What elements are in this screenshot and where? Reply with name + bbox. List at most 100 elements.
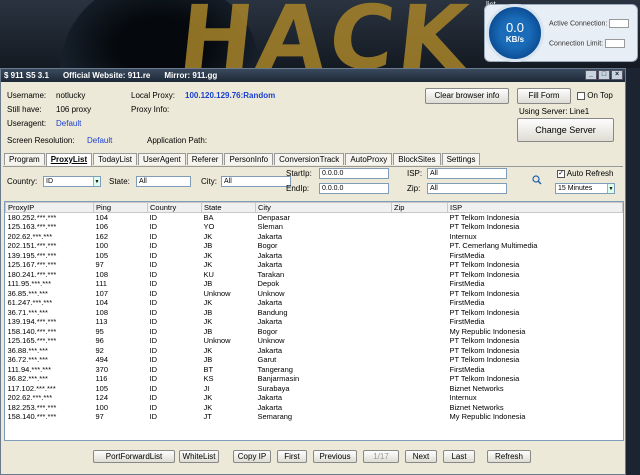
table-cell: ID <box>149 317 158 327</box>
table-cell: JB <box>203 326 213 336</box>
column-header[interactable]: ISP <box>447 202 623 213</box>
table-row[interactable]: 61.247.***.*** 104 ID JK Jakarta FirstMedia <box>6 298 623 308</box>
table-cell: Jakarta <box>257 231 283 241</box>
tab-proxylist[interactable]: ProxyList <box>45 153 93 166</box>
tab-program[interactable]: Program <box>4 153 45 165</box>
minimize-button[interactable]: _ <box>585 70 597 80</box>
refresh-interval-select[interactable]: 15 Minutes ▼ <box>555 183 615 194</box>
title-bar[interactable]: $ 911 S5 3.1 Official Website: 911.re Mi… <box>1 69 625 82</box>
table-cell: 92 <box>95 345 104 355</box>
table-row[interactable]: 202.62.***.*** 162 ID JK Jakarta Internux <box>6 232 623 242</box>
table-cell: JB <box>203 279 213 289</box>
last-page-button[interactable]: Last <box>443 450 475 463</box>
tab-settings[interactable]: Settings <box>441 153 481 165</box>
table-row[interactable]: 117.102.***.*** 105 ID JI Surabaya Biznet Net… <box>6 384 623 394</box>
column-header[interactable]: Zip <box>391 202 448 213</box>
table-row[interactable]: 202.62.***.*** 124 ID JK Jakarta Internux <box>6 393 623 403</box>
isp-select[interactable]: All <box>427 168 507 179</box>
tab-autoproxy[interactable]: AutoProxy <box>345 153 393 165</box>
tab-conversiontrack[interactable]: ConversionTrack <box>274 153 345 165</box>
table-row[interactable]: 36.88.***.*** 92 ID JK Jakarta PT Telkom Indo… <box>6 346 623 356</box>
column-header[interactable]: ProxyIP <box>5 202 94 213</box>
table-row[interactable]: 139.195.***.*** 105 ID JK Jakarta FirstMedia <box>6 251 623 261</box>
table-cell: 370 <box>95 364 109 374</box>
useragent-value[interactable]: Default <box>56 119 81 128</box>
startip-input[interactable]: 0.0.0.0 <box>319 168 389 179</box>
table-cell: 36.82.***.*** <box>7 374 48 384</box>
column-header[interactable]: City <box>255 202 392 213</box>
table-row[interactable]: 125.167.***.*** 97 ID JK Jakarta PT Telkom In… <box>6 260 623 270</box>
clear-browser-info-button[interactable]: Clear browser info <box>425 88 509 104</box>
table-cell: PT Telkom Indonesia <box>449 336 520 346</box>
first-page-button[interactable]: First <box>277 450 307 463</box>
fill-form-button[interactable]: Fill Form <box>517 88 571 104</box>
table-row[interactable]: 36.71.***.*** 108 ID JB Bandung PT Telkom Ind… <box>6 308 623 318</box>
endip-input[interactable]: 0.0.0.0 <box>319 183 389 194</box>
table-row[interactable]: 158.140.***.*** 95 ID JB Bogor My Republic In… <box>6 327 623 337</box>
tab-blocksites[interactable]: BlockSites <box>393 153 441 165</box>
whitelist-button[interactable]: WhiteList <box>179 450 219 463</box>
table-row[interactable]: 111.95.***.*** 111 ID JB Depok FirstMedia <box>6 279 623 289</box>
table-row[interactable]: 202.151.***.*** 100 ID JB Bogor PT. Cemerlang… <box>6 241 623 251</box>
table-row[interactable]: 36.85.***.*** 107 ID Unknow Unknow PT Telkom … <box>6 289 623 299</box>
on-top-checkbox[interactable]: On Top <box>577 91 613 100</box>
previous-page-button[interactable]: Previous <box>313 450 357 463</box>
table-cell: ID <box>149 298 158 308</box>
country-label: Country: <box>7 177 38 186</box>
table-row[interactable]: 36.82.***.*** 116 ID KS Banjarmasin PT Telkom… <box>6 374 623 384</box>
resolution-value[interactable]: Default <box>87 136 112 145</box>
active-connection-label: Active Connection: <box>549 20 608 28</box>
table-row[interactable]: 180.241.***.*** 108 ID KU Tarakan PT Telkom I… <box>6 270 623 280</box>
table-cell: 95 <box>95 326 104 336</box>
state-select[interactable]: All <box>136 176 191 187</box>
city-select[interactable]: All <box>221 176 291 187</box>
isp-label: ISP: <box>407 169 423 178</box>
table-row[interactable]: 139.194.***.*** 113 ID JK Jakarta FirstMedia <box>6 317 623 327</box>
zip-select[interactable]: All <box>427 183 507 194</box>
portforward-list-button[interactable]: PortForwardList <box>93 450 175 463</box>
maximize-button[interactable]: □ <box>598 70 610 80</box>
table-cell: ID <box>149 213 158 222</box>
chevron-down-icon: ▼ <box>93 177 100 186</box>
table-cell <box>392 384 448 394</box>
proxy-table[interactable]: ProxyIP Ping Country State City Zip ISP 180.25… <box>4 201 624 441</box>
table-row[interactable]: 180.252.***.*** 104 ID BA Denpasar PT Telkom … <box>6 213 623 223</box>
country-select[interactable]: ID ▼ <box>43 176 101 187</box>
refresh-button[interactable]: Refresh <box>487 450 531 463</box>
table-cell: Jakarta <box>257 393 283 403</box>
table-cell: 96 <box>95 336 104 346</box>
table-row[interactable]: 158.140.***.*** 97 ID JT Semarang My Republic… <box>6 412 623 422</box>
table-cell: 125.167.***.*** <box>7 260 57 270</box>
column-header[interactable]: State <box>201 202 256 213</box>
table-cell: 36.88.***.*** <box>7 345 48 355</box>
change-server-button[interactable]: Change Server <box>517 118 614 142</box>
table-cell: FirstMedia <box>449 279 485 289</box>
table-cell <box>392 213 448 223</box>
next-page-button[interactable]: Next <box>405 450 437 463</box>
tab-useragent[interactable]: UserAgent <box>137 153 186 165</box>
table-cell: FirstMedia <box>449 250 485 260</box>
table-row[interactable]: 36.72.***.*** 494 ID JB Garut PT Telkom Indon… <box>6 355 623 365</box>
table-cell: 107 <box>95 288 109 298</box>
column-header[interactable]: Ping <box>93 202 148 213</box>
table-cell: 139.194.***.*** <box>7 317 57 327</box>
table-row[interactable]: 182.253.***.*** 100 ID JK Jakarta Biznet Netw… <box>6 403 623 413</box>
city-label: City: <box>201 177 217 186</box>
table-row[interactable]: 111.94.***.*** 370 ID BT Tangerang FirstMedia <box>6 365 623 375</box>
tab-referer[interactable]: Referer <box>186 153 224 165</box>
search-icon[interactable] <box>532 175 542 185</box>
table-cell: ID <box>149 279 158 289</box>
table-row[interactable]: 125.163.***.*** 106 ID YO Sleman PT Telkom In… <box>6 222 623 232</box>
speed-unit: KB/s <box>505 35 525 44</box>
table-cell: Internux <box>449 393 477 403</box>
auto-refresh-checkbox[interactable]: ✓ Auto Refresh <box>557 169 613 178</box>
table-row[interactable]: 125.165.***.*** 96 ID Unknow Unknow PT Telkom… <box>6 336 623 346</box>
table-cell: Unknow <box>203 288 231 298</box>
table-cell: KS <box>203 374 214 384</box>
copy-ip-button[interactable]: Copy IP <box>233 450 271 463</box>
column-header[interactable]: Country <box>147 202 202 213</box>
local-proxy-value[interactable]: 100.120.129.76:Random <box>185 91 275 100</box>
close-button[interactable]: × <box>611 70 623 80</box>
tab-todaylist[interactable]: TodayList <box>93 153 137 165</box>
tab-personinfo[interactable]: PersonInfo <box>224 153 274 165</box>
